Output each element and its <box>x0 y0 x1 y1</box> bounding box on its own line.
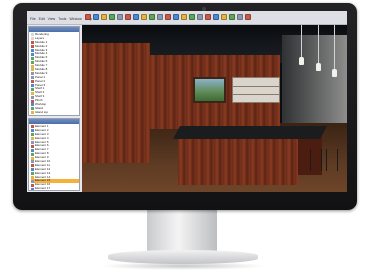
print-icon[interactable] <box>109 14 115 20</box>
new-icon[interactable] <box>85 14 91 20</box>
help-icon[interactable] <box>245 14 251 20</box>
layer-color-icon <box>31 156 34 160</box>
scene-tree: Rendering Layers Module 1 Module 2 Module 3M… <box>29 32 79 116</box>
copy-icon[interactable] <box>141 14 147 20</box>
cabinet-icon[interactable] <box>189 14 195 20</box>
layer-color-icon <box>31 52 34 56</box>
rotate-icon[interactable] <box>229 14 235 20</box>
door-icon[interactable] <box>173 14 179 20</box>
layer-color-icon <box>31 60 34 64</box>
layer-color-icon <box>31 187 34 190</box>
menu-bar: File Edit View Tools Window Help <box>30 17 92 21</box>
select-icon[interactable] <box>157 14 163 20</box>
layer-color-icon <box>31 176 34 180</box>
monitor-stand-neck <box>147 210 217 254</box>
tall-cabinet-left <box>82 43 150 163</box>
layer-color-icon <box>31 152 34 156</box>
layer-color-icon <box>31 137 34 141</box>
layer-color-icon <box>31 103 34 107</box>
menu-file[interactable]: File <box>30 17 36 21</box>
layer-color-icon <box>31 183 34 187</box>
kitchen-island <box>178 138 298 185</box>
bar-stool <box>310 149 322 171</box>
bar-stool <box>326 149 338 171</box>
pendant-lamp-icon <box>299 57 304 65</box>
layer-color-icon <box>31 125 34 129</box>
pan-icon[interactable] <box>221 14 227 20</box>
layer-color-icon <box>31 144 34 148</box>
layer-color-icon <box>31 148 34 152</box>
pendant-cord <box>301 25 302 59</box>
object-list-panel: Element 1 Element 2 Element 3 Element 4 Elem… <box>28 118 80 191</box>
pendant-lamp-icon <box>332 69 337 77</box>
layer-color-icon <box>31 172 34 176</box>
zoom-icon[interactable] <box>213 14 219 20</box>
layer-color-icon <box>31 56 34 60</box>
tree-item[interactable]: Lights <box>31 113 79 116</box>
pendant-cord <box>334 25 335 71</box>
layer-color-icon <box>31 72 34 76</box>
menu-window[interactable]: Window <box>69 17 81 21</box>
layer-color-icon <box>31 164 34 168</box>
monitor-stand-base <box>108 250 258 264</box>
layer-color-icon <box>31 168 34 172</box>
layer-color-icon <box>31 133 34 137</box>
layer-color-icon <box>31 179 34 183</box>
layer-color-icon <box>31 129 34 133</box>
open-shelf <box>232 77 280 103</box>
toolbar <box>85 14 251 20</box>
tree-item-label: Element 17 <box>35 186 51 191</box>
layer-color-icon <box>31 33 34 37</box>
menu-edit[interactable]: Edit <box>39 17 45 21</box>
title-bar: File Edit View Tools Window Help <box>27 11 347 25</box>
layer-color-icon <box>31 68 34 72</box>
cut-icon[interactable] <box>133 14 139 20</box>
pendant-cord <box>318 25 319 65</box>
camera-icon[interactable] <box>205 14 211 20</box>
island-worktop <box>173 126 327 139</box>
layer-color-icon <box>31 76 34 80</box>
tree-item-label: Lights <box>35 113 44 116</box>
layer-color-icon <box>31 91 34 95</box>
layer-color-icon <box>31 111 34 115</box>
open-icon[interactable] <box>93 14 99 20</box>
object-list: Element 1 Element 2 Element 3 Element 4 Elem… <box>29 124 79 191</box>
undo-icon[interactable] <box>117 14 123 20</box>
save-icon[interactable] <box>101 14 107 20</box>
layer-color-icon <box>31 87 34 91</box>
window-icon[interactable] <box>181 14 187 20</box>
redo-icon[interactable] <box>125 14 131 20</box>
menu-tools[interactable]: Tools <box>58 17 66 21</box>
paste-icon[interactable] <box>149 14 155 20</box>
settings-icon[interactable] <box>237 14 243 20</box>
layer-color-icon <box>31 41 34 45</box>
layer-color-icon <box>31 45 34 49</box>
layer-color-icon <box>31 115 34 116</box>
tree-item[interactable]: Element 17 <box>31 186 79 191</box>
wall-icon[interactable] <box>165 14 171 20</box>
layer-color-icon <box>31 141 34 144</box>
layer-color-icon <box>31 160 34 164</box>
scene-tree-panel: Rendering Layers Module 1 Module 2 Module 3M… <box>28 26 80 116</box>
render-icon[interactable] <box>197 14 203 20</box>
app-window: File Edit View Tools Window Help Renderi… <box>27 11 347 192</box>
pendant-lamp-icon <box>316 63 321 71</box>
right-wall <box>282 35 347 135</box>
layer-color-icon <box>31 49 34 52</box>
layer-color-icon <box>31 64 34 68</box>
layer-color-icon <box>31 84 34 88</box>
layer-color-icon <box>31 99 34 103</box>
layer-color-icon <box>31 95 34 99</box>
layer-color-icon <box>31 107 34 111</box>
kitchen-window <box>193 77 226 103</box>
layer-color-icon <box>31 37 34 41</box>
3d-viewport[interactable] <box>82 25 347 192</box>
layer-color-icon <box>31 80 34 84</box>
menu-view[interactable]: View <box>48 17 56 21</box>
